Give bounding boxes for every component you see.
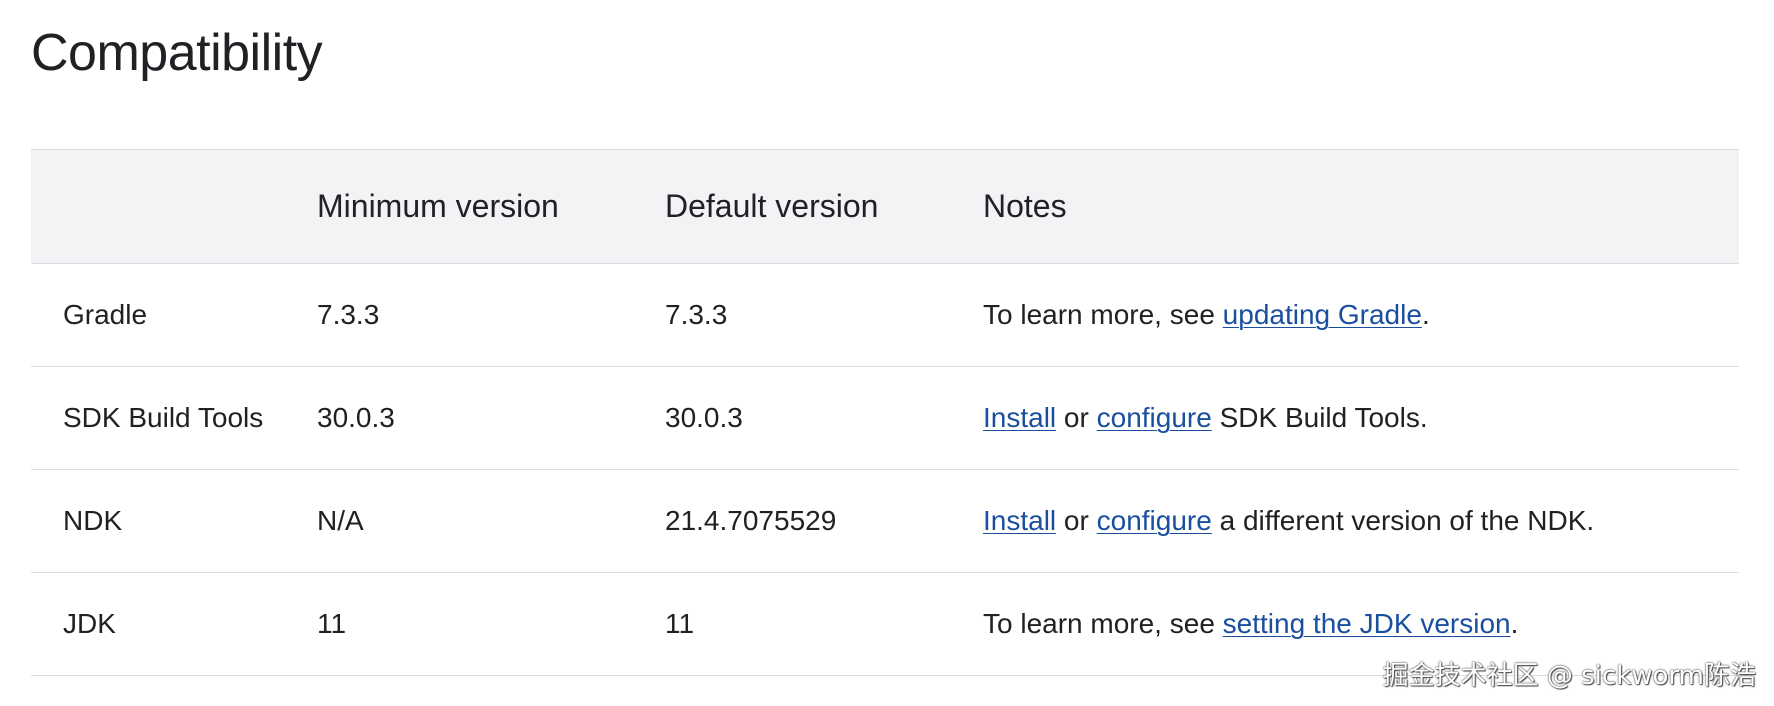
component-name: SDK Build Tools [63, 402, 264, 433]
default-version-value: 7.3.3 [665, 299, 728, 330]
default-version-value: 30.0.3 [665, 402, 743, 433]
header-cell-minimum-version: Minimum version [317, 188, 559, 224]
notes-text: or [1056, 505, 1097, 536]
configure-sdk-build-tools-link[interactable]: configure [1097, 402, 1212, 433]
minimum-version-value: 30.0.3 [317, 402, 395, 433]
minimum-version-value: N/A [317, 505, 364, 536]
watermark: 掘金技术社区 @ sickworm陈浩 [1382, 661, 1756, 691]
notes-text: a different version of the NDK. [1211, 505, 1595, 536]
minimum-version-value: 11 [317, 608, 347, 639]
compatibility-table: Minimum version Default version Notes Gr… [31, 149, 1739, 676]
component-name: JDK [63, 608, 116, 639]
header-cell-default-version: Default version [665, 188, 879, 224]
page-title: Compatibility [31, 24, 323, 82]
notes-text: . [1510, 608, 1519, 639]
default-version-value: 11 [665, 608, 695, 639]
updating-gradle-link[interactable]: updating Gradle [1223, 299, 1422, 330]
notes-cell: Install or configure SDK Build Tools. [983, 367, 1739, 470]
configure-ndk-link[interactable]: configure [1097, 505, 1212, 536]
table-header-row: Minimum version Default version Notes [31, 149, 1739, 264]
install-sdk-build-tools-link[interactable]: Install [983, 402, 1056, 433]
component-name: Gradle [63, 299, 148, 330]
component-name: NDK [63, 505, 123, 536]
minimum-version-value: 7.3.3 [317, 299, 380, 330]
table-row: Gradle 7.3.3 7.3.3 To learn more, see up… [31, 264, 1739, 367]
header-cell-component [31, 150, 317, 264]
notes-text: SDK Build Tools. [1211, 402, 1428, 433]
table-row: SDK Build Tools 30.0.3 30.0.3 Install or… [31, 367, 1739, 470]
notes-cell: To learn more, see updating Gradle. [983, 264, 1739, 367]
notes-text: or [1056, 402, 1097, 433]
table-row: NDK N/A 21.4.7075529 Install or configur… [31, 470, 1739, 573]
setting-jdk-version-link[interactable]: setting the JDK version [1223, 608, 1511, 639]
notes-text: To learn more, see [983, 299, 1223, 330]
notes-text: To learn more, see [983, 608, 1223, 639]
install-ndk-link[interactable]: Install [983, 505, 1056, 536]
default-version-value: 21.4.7075529 [665, 505, 837, 536]
notes-cell: Install or configure a different version… [983, 470, 1739, 573]
notes-text: . [1421, 299, 1430, 330]
header-cell-notes: Notes [983, 188, 1067, 224]
